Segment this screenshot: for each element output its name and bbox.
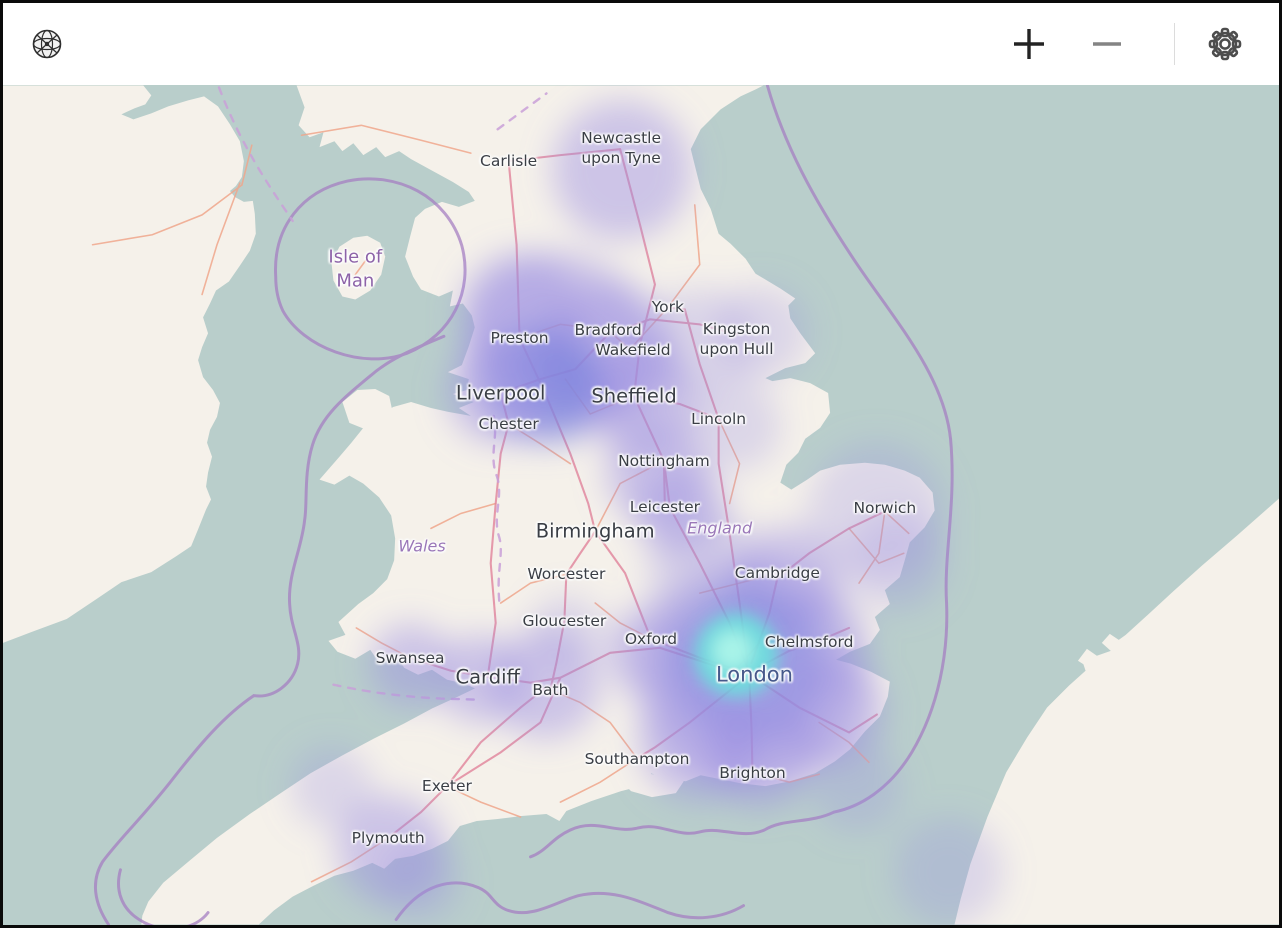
heat-point — [381, 842, 461, 922]
heat-point — [847, 511, 947, 611]
toolbar — [3, 3, 1279, 85]
heatmap-core-layer — [695, 613, 779, 697]
map-app-window: CarlisleNewcastle upon TyneIsle of ManYo… — [0, 0, 1282, 928]
plus-icon — [1010, 25, 1048, 63]
settings-button[interactable] — [1201, 20, 1249, 68]
zoom-out-button[interactable] — [1084, 21, 1130, 67]
heat-point — [707, 700, 816, 809]
toolbar-divider — [1174, 23, 1175, 65]
heat-point — [531, 594, 603, 666]
base-map — [3, 85, 1279, 925]
heat-point — [446, 340, 550, 444]
zoom-in-button[interactable] — [1006, 21, 1052, 67]
gear-icon — [1205, 24, 1245, 64]
heat-point — [552, 100, 691, 239]
heat-point — [713, 631, 753, 671]
heat-point — [812, 742, 902, 832]
map-canvas[interactable]: CarlisleNewcastle upon TyneIsle of ManYo… — [3, 85, 1279, 925]
heat-point — [894, 817, 1003, 925]
heat-point — [714, 285, 810, 381]
globe-logo-icon[interactable] — [30, 27, 64, 61]
minus-icon — [1088, 25, 1126, 63]
heat-point — [290, 745, 374, 829]
heat-point — [369, 623, 453, 707]
